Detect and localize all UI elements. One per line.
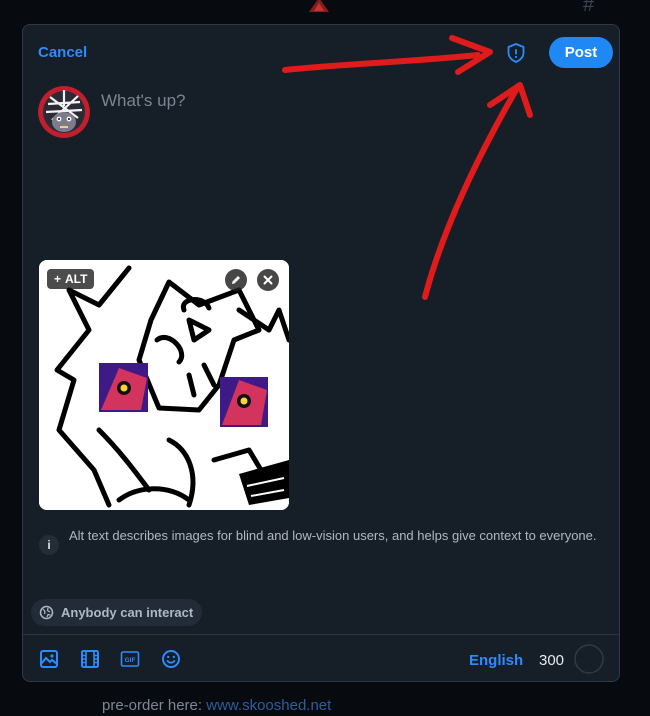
alt-text-info: Alt text describes images for blind and … — [69, 528, 597, 543]
language-select[interactable]: English — [469, 652, 523, 669]
character-progress-ring — [574, 644, 604, 674]
character-counter: 300 — [539, 652, 565, 669]
shield-alert-icon[interactable] — [505, 42, 527, 64]
alt-button-label: ALT — [65, 272, 88, 286]
edit-image-button[interactable] — [225, 269, 247, 291]
info-icon: i — [39, 535, 59, 555]
emoji-icon[interactable] — [161, 649, 181, 669]
gif-icon[interactable]: GIF — [120, 649, 140, 669]
interaction-settings-label: Anybody can interact — [61, 605, 194, 620]
close-icon — [263, 275, 273, 285]
image-icon[interactable] — [39, 649, 59, 669]
background-post-link[interactable]: www.skooshed.net — [206, 697, 331, 714]
plus-icon: + — [54, 272, 62, 286]
background-post-text: pre-order here: www.skooshed.net — [102, 697, 332, 714]
remove-image-button[interactable] — [257, 269, 279, 291]
post-button[interactable]: Post — [549, 37, 613, 68]
interaction-settings-button[interactable]: Anybody can interact — [31, 599, 203, 626]
toolbar-divider — [23, 634, 619, 635]
globe-icon — [39, 605, 54, 620]
gif-icon-text: GIF — [125, 657, 136, 664]
cancel-button[interactable]: Cancel — [38, 44, 87, 61]
hashtag-icon: # — [583, 0, 595, 16]
video-icon[interactable] — [80, 649, 100, 669]
compose-post-dialog: Cancel Post What's up? + ALT i Alt text … — [22, 24, 620, 682]
pencil-icon — [232, 276, 240, 284]
post-text-input[interactable]: What's up? — [101, 91, 581, 111]
background-post-image — [309, 0, 329, 12]
avatar — [38, 86, 90, 138]
add-alt-text-button[interactable]: + ALT — [47, 269, 95, 289]
attached-image: + ALT — [39, 260, 289, 510]
